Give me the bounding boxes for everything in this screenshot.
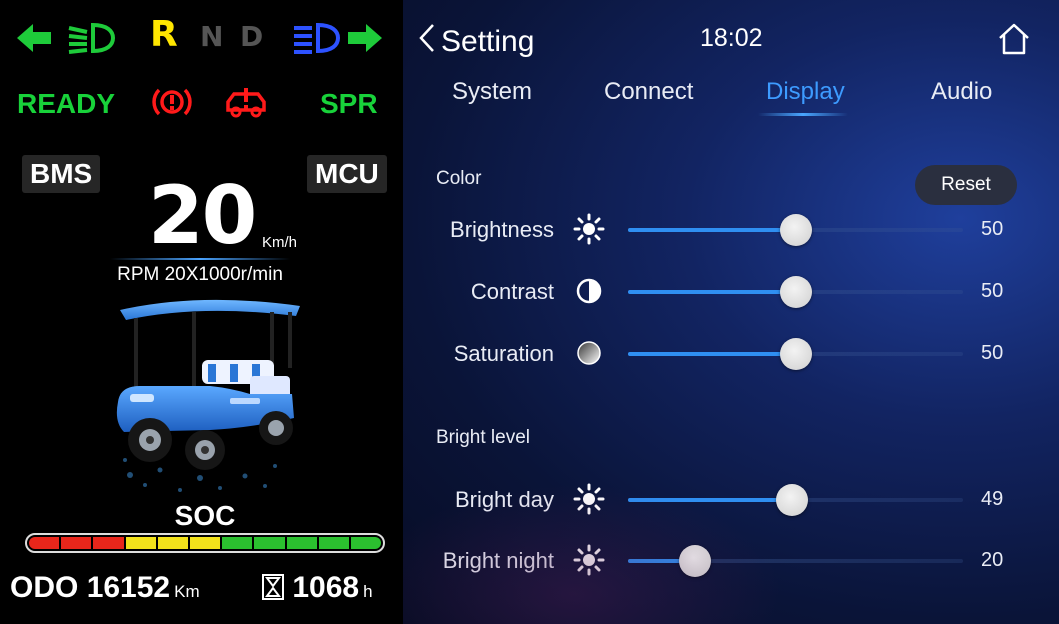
soc-segment [93, 537, 124, 549]
odometer: ODO 16152 Km [10, 570, 200, 610]
tab-connect[interactable]: Connect [604, 78, 693, 106]
ready-indicator: READY [17, 88, 116, 119]
soc-segment [350, 537, 382, 549]
reset-button[interactable]: Reset [915, 165, 1017, 205]
low-beam-icon [65, 20, 117, 56]
soc-segment [125, 537, 156, 549]
odo-unit: Km [174, 582, 200, 601]
hours-value: 1068 [292, 571, 360, 604]
parking-brake-icon [152, 84, 192, 120]
contrast-slider-fill [628, 290, 796, 294]
hours-unit: h [363, 582, 373, 601]
settings-panel: Setting 18:02 System Connect Display Aud… [403, 0, 1059, 624]
gear-r: R [150, 14, 178, 55]
brightness-slider-handle[interactable] [779, 214, 812, 246]
tab-display[interactable]: Display [766, 78, 845, 106]
saturation-row: Saturation 50 [403, 333, 1059, 373]
soc-segment [222, 537, 253, 549]
saturation-slider[interactable] [628, 338, 963, 370]
chevron-left-icon [417, 22, 441, 62]
soc-segment [318, 537, 349, 549]
saturation-value: 50 [981, 342, 1004, 364]
hourglass-icon [262, 573, 284, 609]
spr-indicator: SPR [320, 88, 378, 119]
soc-segment [157, 537, 188, 549]
saturation-label: Saturation [453, 341, 554, 366]
bright-day-slider[interactable] [628, 484, 963, 516]
sun-icon [573, 483, 605, 515]
brightness-slider[interactable] [628, 214, 963, 246]
mcu-button[interactable]: MCU [307, 155, 387, 193]
bright-night-slider-handle[interactable] [679, 545, 711, 577]
bright-day-row: Bright day 49 [403, 479, 1059, 519]
tab-system[interactable]: System [452, 78, 532, 106]
bright-day-slider-handle[interactable] [776, 484, 809, 516]
hour-meter: 1068 h [262, 570, 373, 610]
speed-unit: Km/h [262, 234, 298, 251]
clock: 18:02 [700, 24, 763, 52]
high-beam-icon [290, 20, 342, 56]
saturation-slider-fill [628, 352, 796, 356]
speed-value: 20 [148, 169, 257, 262]
contrast-icon [573, 275, 605, 307]
back-button[interactable]: Setting [417, 22, 534, 62]
bright-night-row: Bright night 20 [403, 540, 1059, 580]
left-turn-icon [15, 22, 53, 54]
bright-night-slider[interactable] [628, 545, 963, 577]
home-icon[interactable] [997, 22, 1031, 56]
page-title: Setting [441, 25, 535, 58]
golf-cart-image [100, 290, 310, 500]
contrast-slider-handle[interactable] [779, 276, 812, 308]
contrast-row: Contrast 50 [403, 271, 1059, 311]
gear-n: N [200, 20, 224, 53]
vehicle-fault-icon [222, 84, 270, 120]
tab-audio[interactable]: Audio [931, 78, 992, 106]
active-tab-indicator [758, 113, 848, 116]
bms-button[interactable]: BMS [22, 155, 101, 193]
gear-d: D [240, 20, 264, 53]
bright-night-label: Bright night [442, 548, 554, 573]
saturation-slider-handle[interactable] [779, 338, 812, 370]
rpm-readout: RPM 20X1000r/min [117, 264, 283, 285]
bright-day-label: Bright day [454, 487, 554, 512]
brightness-value: 50 [981, 218, 1004, 240]
right-turn-icon [346, 22, 384, 54]
soc-segment [61, 537, 92, 549]
brightness-label: Brightness [450, 217, 554, 242]
soc-segment [29, 537, 60, 549]
bright-day-slider-fill [628, 498, 793, 502]
brightness-row: Brightness 50 [403, 209, 1059, 249]
bright-level-section-title: Bright level [436, 427, 530, 448]
soc-segment [286, 537, 317, 549]
speed-divider [110, 258, 290, 260]
brightness-slider-fill [628, 228, 796, 232]
soc-bar [25, 533, 385, 553]
sun-icon [573, 544, 605, 576]
instrument-cluster: R N D READY SPR BMS MCU 20 Km/h RPM 20X1… [0, 0, 400, 624]
bright-night-value: 20 [981, 549, 1004, 571]
contrast-value: 50 [981, 280, 1004, 302]
contrast-slider[interactable] [628, 276, 963, 308]
soc-label: SOC [174, 500, 236, 531]
odo-label: ODO [10, 571, 79, 604]
soc-segment [189, 537, 221, 549]
color-section-title: Color [436, 168, 482, 189]
bright-day-value: 49 [981, 488, 1004, 510]
odo-value: 16152 [86, 571, 171, 604]
contrast-label: Contrast [470, 279, 554, 304]
soc-segment [254, 537, 285, 549]
saturation-icon [573, 337, 605, 369]
sun-icon [573, 213, 605, 245]
